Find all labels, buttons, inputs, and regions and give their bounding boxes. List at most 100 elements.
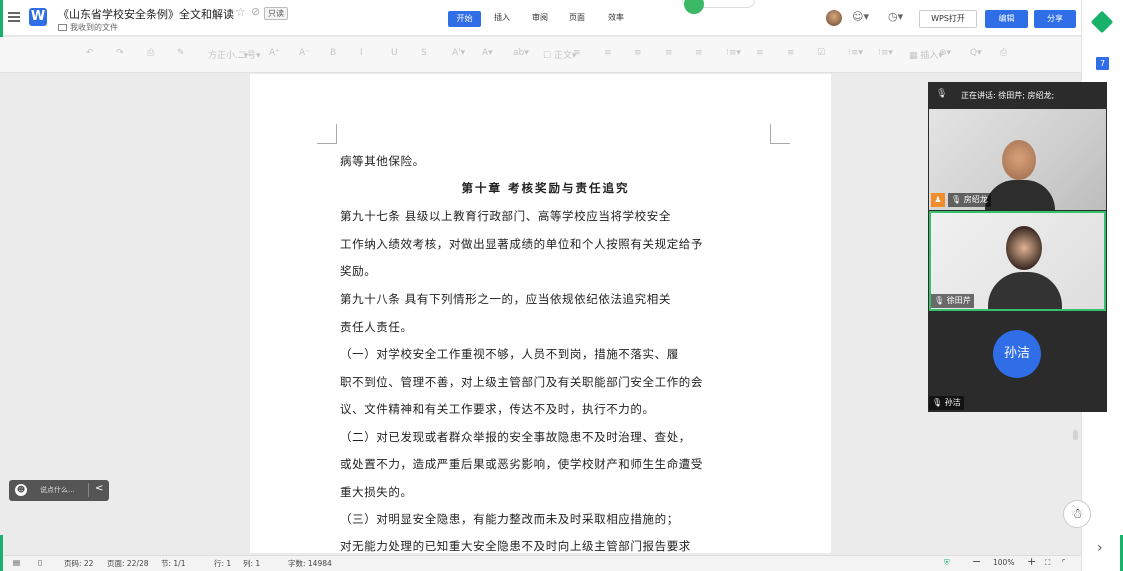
emoji-icon[interactable]: ☻ [15, 484, 27, 496]
participant-name: 🎙 徐田芹 [931, 294, 974, 308]
wps-logo: W [29, 8, 47, 26]
collapse-button[interactable]: < [95, 483, 103, 494]
participant-avatar: 孙洁 [993, 330, 1041, 378]
page-count: 页面: 22/28 [107, 559, 149, 568]
toolbar-button[interactable]: ≡ [665, 48, 673, 58]
participant-name-text: 孙洁 [944, 398, 961, 407]
paragraph-line: 第九十七条 县级以上教育行政部门、高等学校应当将学校安全 [340, 209, 671, 223]
page-view-icon[interactable]: ▯ [38, 558, 42, 567]
row-info: 行: 1 [214, 559, 232, 568]
toolbar-button[interactable]: ↷ [116, 48, 124, 58]
zoom-level: 100% [993, 558, 1015, 567]
history-icon[interactable]: ⊘ [251, 5, 260, 18]
toolbar-button[interactable]: ↶ [86, 48, 94, 58]
page-number: 页码: 22 [64, 559, 94, 568]
window-edge [0, 535, 3, 571]
tab-page[interactable]: 页面 [569, 12, 585, 23]
scrollbar[interactable] [1073, 430, 1078, 440]
toolbar-button[interactable]: ⎙ [1000, 48, 1007, 58]
participant-name-text: 徐田芹 [946, 296, 971, 305]
paragraph-line: 或处置不力，造成严重后果或恶劣影响，使学校财产和师生生命遭受 [340, 457, 703, 471]
toolbar-button[interactable]: ⁝≡▾ [848, 48, 863, 58]
fit-page-icon[interactable]: ⛶ [1045, 558, 1050, 568]
tab-review[interactable]: 审阅 [532, 12, 548, 23]
tab-insert[interactable]: 插入 [494, 12, 510, 23]
document-page[interactable]: 病等其他保险。 第十章 考核奖励与责任追究 第九十七条 县级以上教育行政部门、高… [250, 74, 831, 553]
toolbar-button[interactable]: ▦ 插入▾ [909, 48, 943, 61]
paragraph-line: 责任人责任。 [340, 320, 413, 334]
toolbar-button[interactable]: ☐ 正文▾ [543, 48, 576, 61]
paragraph-line: （二）对已发现或者群众举报的安全事故隐患不及时治理、查处， [340, 430, 691, 444]
tab-start[interactable]: 开始 [448, 11, 481, 27]
document-folder[interactable]: 我收到的文件 [58, 22, 118, 33]
participant-name: 🎙 房绍龙 [948, 193, 991, 207]
participant-video [1006, 226, 1042, 270]
tab-efficiency[interactable]: 效率 [608, 12, 624, 23]
protection-icon[interactable]: ⛨ [944, 558, 950, 568]
toolbar-button[interactable]: A⁺ [269, 48, 280, 58]
comment-placeholder[interactable]: 说点什么... [40, 485, 75, 495]
edit-button[interactable]: 编辑 [985, 10, 1028, 28]
toolbar-button[interactable]: ab▾ [513, 48, 529, 58]
paragraph-line: 工作纳入绩效考核，对做出显著成绩的单位和个人按照有关规定给予 [340, 237, 703, 251]
paragraph-line: 对无能力处理的已知重大安全隐患不及时向上级主管部门报告要求 [340, 539, 691, 553]
microphone-icon: 🎙 [936, 89, 948, 99]
crop-mark [317, 124, 337, 144]
toolbar-button[interactable]: ☑ [817, 48, 825, 58]
menu-icon[interactable] [8, 12, 20, 22]
collab-icon[interactable]: ☺▾ [852, 10, 869, 23]
toolbar-button[interactable]: ≡ [604, 48, 612, 58]
star-icon[interactable]: ☆ [235, 5, 246, 19]
toolbar-button[interactable]: I [360, 48, 363, 58]
toolbar-button[interactable]: ⎙ [147, 48, 154, 58]
share-button[interactable]: 分享 [1034, 10, 1076, 28]
paragraph-line: 病等其他保险。 [340, 154, 425, 168]
participant-name-text: 房绍龙 [963, 195, 988, 204]
toolbar-button[interactable]: ≡ [787, 48, 795, 58]
host-icon: ♟ [931, 193, 945, 207]
paragraph-line: 议、文件精神和有关工作要求，传达不及时，执行不力的。 [340, 402, 655, 416]
toolbar-button[interactable]: ⁝≡▾ [726, 48, 741, 58]
zoom-in-button[interactable]: + [1027, 555, 1036, 568]
toolbar-button[interactable]: ⊕▾ [939, 48, 951, 58]
section-info: 节: 1/1 [161, 559, 186, 568]
fullscreen-icon[interactable]: ⌜ [1062, 558, 1066, 567]
toolbar-button[interactable]: ≡ [695, 48, 703, 58]
user-avatar[interactable] [826, 10, 842, 26]
calendar-icon[interactable]: 7 [1096, 57, 1109, 70]
folder-icon [58, 24, 67, 31]
clock-icon[interactable]: ◷▾ [888, 10, 903, 23]
toolbar-button[interactable]: ✎ [177, 48, 185, 58]
folder-label: 我收到的文件 [70, 23, 118, 32]
toolbar-button[interactable]: A▾ [482, 48, 493, 58]
toolbar-button[interactable]: ⁝≡▾ [878, 48, 893, 58]
toolbar-button[interactable]: ≡ [573, 48, 581, 58]
chevron-right-icon[interactable]: › [1097, 540, 1103, 556]
paragraph-line: 奖励。 [340, 264, 377, 278]
toolbar-button[interactable]: A⁻ [299, 48, 310, 58]
toolbar-button[interactable]: A'▾ [452, 48, 465, 58]
crop-mark [770, 124, 790, 144]
paragraph-line: 第九十八条 具有下列情形之一的，应当依规依纪依法追究相关 [340, 292, 671, 306]
outline-icon[interactable]: ▤ [13, 558, 20, 567]
toolbar-button[interactable]: S [421, 48, 427, 58]
paragraph-line: （一）对学校安全工作重视不够，人员不到岗，措施不落实、履 [340, 347, 679, 361]
chapter-heading: 第十章 考核奖励与责任追究 [461, 181, 630, 195]
toolbar-button[interactable]: Q▾ [970, 48, 982, 58]
document-title: 《山东省学校安全条例》全文和解读 [58, 8, 234, 21]
toolbar-button[interactable]: 二号▾ [238, 48, 261, 61]
participant-video [1002, 140, 1036, 180]
word-count: 字数: 14984 [288, 559, 332, 568]
participant-name: 🎙 孙洁 [929, 396, 964, 410]
toolbar-button[interactable]: ≡ [634, 48, 642, 58]
toolbar-button[interactable]: U [391, 48, 398, 58]
divider [88, 483, 89, 497]
wps-open-button[interactable]: WPS打开 [919, 10, 977, 28]
toolbar-button[interactable]: ≡ [756, 48, 764, 58]
paragraph-line: 职不到位、管理不善，对上级主管部门及有关职能部门安全工作的会 [340, 375, 703, 389]
zoom-out-button[interactable]: − [972, 555, 981, 568]
assistant-icon[interactable]: ☃ [1063, 500, 1091, 528]
toolbar-button[interactable]: B [330, 48, 336, 58]
paragraph-line: 重大损失的。 [340, 485, 413, 499]
paragraph-line: （三）对明显安全隐患，有能力整改而未及时采取相应措施的； [340, 512, 679, 526]
